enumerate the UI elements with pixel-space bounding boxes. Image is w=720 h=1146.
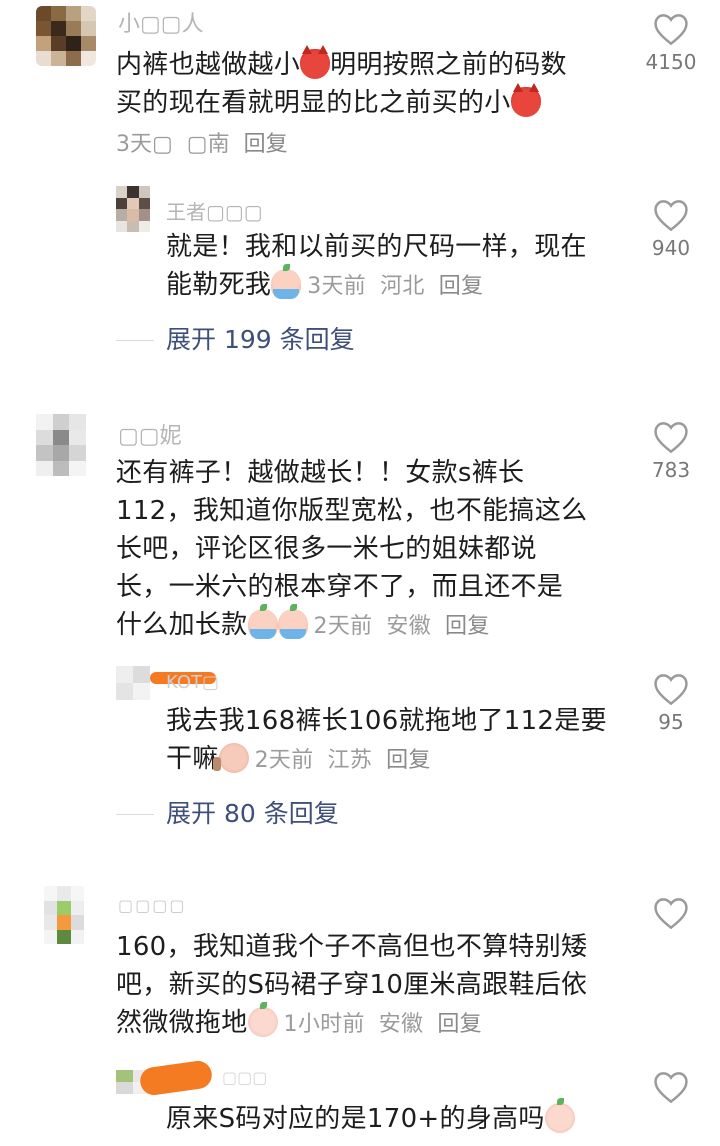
thinking-emoji-icon [212,743,249,773]
heart-outline-icon [654,674,688,706]
comment-author[interactable]: 小▢▢人 [118,6,204,38]
reply-location: 江苏 [327,748,373,773]
crying-emoji-icon [271,264,302,299]
comment-text-line: 160，我知道我个子不高但也不算特别矮 [116,932,588,962]
like-button[interactable]: 4150 [636,12,706,74]
like-button[interactable]: 783 [636,420,706,482]
reply-time: 2天前 [254,748,314,773]
like-count: 4150 [645,50,697,74]
heart-outline-icon [654,1072,688,1104]
heart-outline-icon [654,14,688,46]
crying-emoji-icon [277,604,308,639]
comment-meta: 3天▢ ▢南 回复 [116,128,302,162]
comment-text: 160，我知道我个子不高但也不算特别矮 吧，新买的S码裙子穿10厘米高跟鞋后依 … [116,928,636,1044]
avatar[interactable] [36,414,86,476]
reply-button[interactable]: 回复 [439,274,484,299]
avatar[interactable] [116,186,150,232]
like-count: 940 [651,236,691,260]
comment-text: 还有裤子！越做越长！！女款s裤长 112，我知道你版型宽松，也不能搞这么 长吧，… [116,454,636,646]
comment-text-line: 买的现在看就明显的比之前买的小 [116,88,511,118]
crying-emoji-icon [247,604,278,639]
reply-text-line: 能勒死我 [166,270,272,300]
comment-author[interactable]: ▢▢▢▢ [118,896,186,915]
heart-outline-icon [654,898,688,930]
expand-replies-button[interactable]: 展开 199 条回复 [166,322,355,358]
devil-emoji-icon [300,45,331,79]
comment-text-line: 长吧，评论区很多一米七的姐妹都说 [116,534,537,564]
peach-emoji-icon [247,1002,278,1037]
comment-location: 安徽 [386,614,432,639]
comment-author[interactable]: ▢▢妮 [118,418,182,450]
reply-button[interactable]: 回复 [244,132,288,157]
comment-text-line: 明明按照之前的码数 [330,50,567,80]
like-button[interactable]: 95 [636,672,706,734]
reply-text: 原来S码对应的是170+的身高吗 [166,1098,636,1138]
comment-text-line: 什么加长款 [116,610,248,640]
reply-text-line: 原来S码对应的是170+的身高吗 [166,1104,545,1134]
reply-author[interactable]: KOT▢ [166,672,219,693]
comment-text-line: 吧，新买的S码裙子穿10厘米高跟鞋后依 [116,970,588,1000]
devil-emoji-icon [510,83,541,117]
avatar[interactable] [36,6,96,66]
reply-author[interactable]: 王者▢▢▢ [166,196,263,225]
comment-text-line: 112，我知道你版型宽松，也不能搞这么 [116,496,588,526]
comment-text: 内裤也越做越小 明明按照之前的码数 买的现在看就明显的比之前买的小 [116,45,636,122]
reply-time: 3天前 [307,274,367,299]
reply-text: 就是！我和以前买的尺码一样，现在 能勒死我 3天前 河北 回复 [166,228,636,306]
comment-location: ▢南 [186,132,230,157]
reply-button[interactable]: 回复 [445,614,490,639]
comment-text-line: 长，一米六的根本穿不了，而且还不是 [116,572,564,602]
like-count: 783 [651,458,691,482]
avatar[interactable] [44,886,84,944]
reply-location: 河北 [380,274,425,299]
comment-time: 3天▢ [116,132,173,157]
reply-text-line: 就是！我和以前买的尺码一样，现在 [166,232,587,262]
heart-outline-icon [654,200,688,232]
reply-text-line: 干嘛 [166,744,219,774]
divider [116,340,154,341]
comment-text-line: 然微微拖地 [116,1008,248,1038]
comment-time: 2天前 [313,614,373,639]
heart-outline-icon [654,422,688,454]
reply-meta: 2天前 江苏 回复 [255,748,445,773]
reply-author[interactable]: ▢▢▢ [222,1068,267,1087]
like-button[interactable] [636,896,706,934]
divider [116,814,154,815]
redaction-mark [138,1059,214,1097]
like-count: 95 [658,710,684,734]
comment-location: 安徽 [378,1012,424,1037]
comment-time: 1小时前 [283,1012,365,1037]
reply-text: 我去我168裤长106就拖地了112是要 干嘛 2天前 江苏 回复 [166,702,636,780]
like-button[interactable]: 940 [636,198,706,260]
reply-meta: 3天前 河北 回复 [307,274,497,299]
reply-text-line: 我去我168裤长106就拖地了112是要 [166,706,607,736]
peach-emoji-icon [544,1098,575,1133]
reply-button[interactable]: 回复 [386,748,431,773]
reply-button[interactable]: 回复 [437,1012,482,1037]
comment-meta: 1小时前 安徽 回复 [284,1012,496,1037]
comment-text-line: 内裤也越做越小 [116,50,301,80]
avatar[interactable] [116,666,150,700]
comment-meta: 2天前 安徽 回复 [314,614,504,639]
comment-text-line: 还有裤子！越做越长！！女款s裤长 [116,458,525,488]
expand-replies-button[interactable]: 展开 80 条回复 [166,796,339,832]
like-button[interactable] [636,1070,706,1104]
